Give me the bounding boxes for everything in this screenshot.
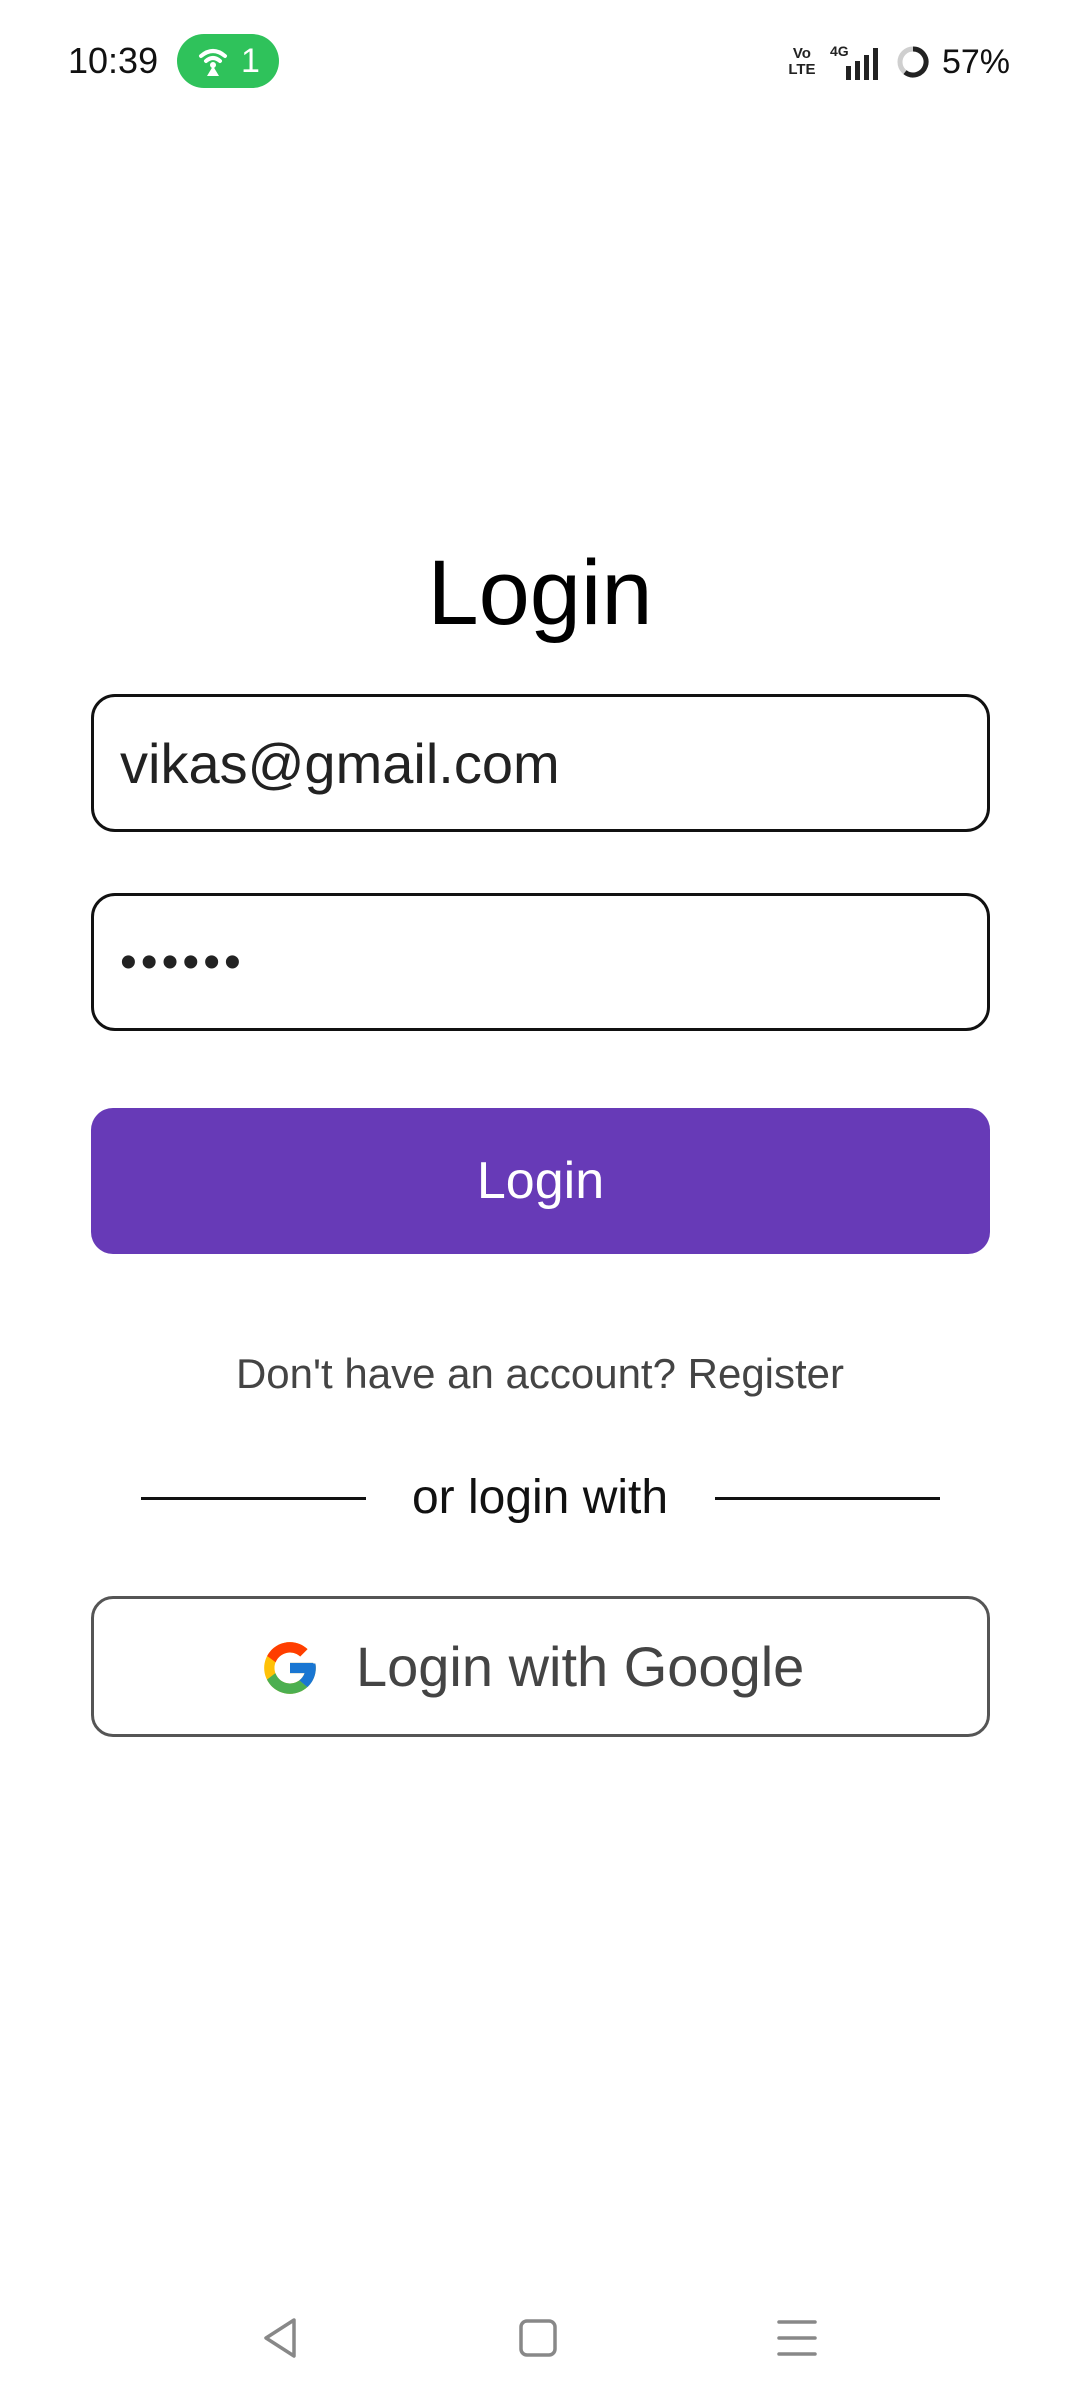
password-field[interactable] xyxy=(91,893,990,1031)
register-link[interactable]: Don't have an account? Register xyxy=(0,1344,1080,1404)
volte-label-bottom: LTE xyxy=(788,61,816,78)
divider-line-right xyxy=(715,1497,940,1500)
battery-percent: 57% xyxy=(941,43,1010,81)
google-icon xyxy=(264,1642,316,1694)
volte-icon: Vo LTE xyxy=(788,44,816,80)
login-button[interactable]: Login xyxy=(91,1108,990,1254)
back-icon[interactable] xyxy=(250,2308,310,2368)
email-input[interactable] xyxy=(120,697,960,829)
home-icon[interactable] xyxy=(508,2308,568,2368)
volte-label-top: Vo xyxy=(792,45,811,62)
battery-icon xyxy=(897,46,929,78)
google-login-label: Login with Google xyxy=(356,1635,805,1698)
email-field[interactable] xyxy=(91,694,990,832)
status-icons: Vo LTE 4G 57% xyxy=(788,38,1010,86)
signal-icon: 4G xyxy=(830,43,878,80)
status-bar: 10:39 1 Vo LTE 4G 57% xyxy=(0,0,1080,124)
page-title: Login xyxy=(427,542,653,644)
divider: or login with xyxy=(0,1462,1080,1534)
recents-icon[interactable] xyxy=(767,2308,827,2368)
network-type-label: 4G xyxy=(830,43,849,59)
google-login-button[interactable]: Login with Google xyxy=(91,1596,990,1737)
hotspot-indicator[interactable]: 1 xyxy=(177,34,279,88)
hotspot-count: 1 xyxy=(241,42,260,80)
password-input[interactable] xyxy=(120,896,960,1028)
hotspot-icon xyxy=(199,49,227,76)
status-time: 10:39 xyxy=(68,40,159,81)
navigation-bar xyxy=(0,2290,1080,2380)
